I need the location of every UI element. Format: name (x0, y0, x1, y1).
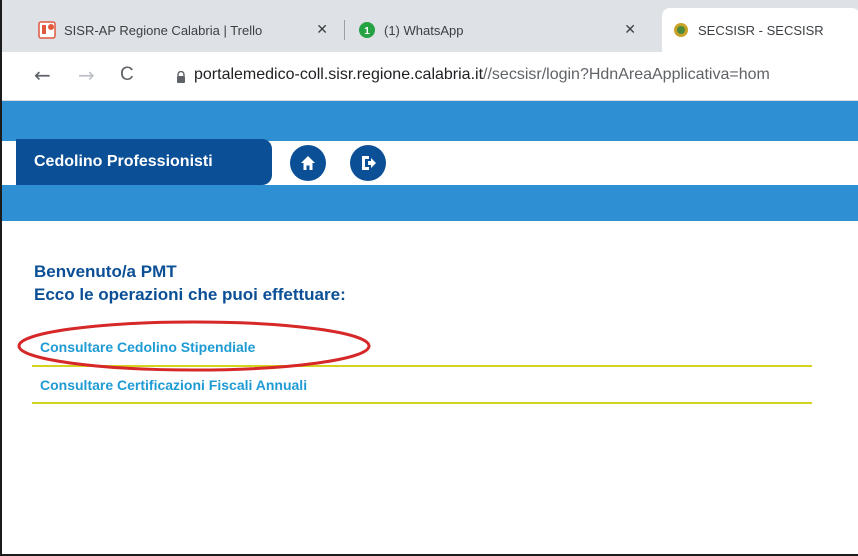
link-certificazioni-fiscali[interactable]: Consultare Certificazioni Fiscali Annual… (40, 377, 307, 393)
tab-strip: SISR-AP Regione Calabria | Trello ✕ 1 (1… (2, 0, 858, 52)
tab-separator (344, 20, 345, 40)
whatsapp-icon: 1 (359, 22, 375, 38)
operations-heading: Ecco le operazioni che puoi effettuare: (34, 285, 346, 304)
lock-icon (177, 71, 185, 83)
reload-button[interactable]: C (120, 64, 134, 86)
back-button[interactable]: ← (34, 64, 51, 86)
tab-title: SISR-AP Regione Calabria | Trello (64, 22, 263, 38)
forward-button[interactable]: → (78, 64, 95, 86)
tab-whatsapp[interactable]: 1 (1) WhatsApp ✕ (348, 8, 658, 52)
app-title: Cedolino Professionisti (16, 139, 272, 185)
site-subheader-band (2, 185, 858, 221)
close-icon[interactable]: ✕ (624, 22, 636, 38)
browser-toolbar: ← → C portalemedico-coll.sisr.regione.ca… (2, 52, 858, 101)
browser-window: SISR-AP Regione Calabria | Trello ✕ 1 (1… (0, 0, 858, 556)
close-icon[interactable]: ✕ (316, 22, 328, 38)
tab-title: SECSISR - SECSISR (698, 22, 824, 38)
url-host: portalemedico-coll.sisr.regione.calabria… (194, 66, 484, 83)
address-bar[interactable]: portalemedico-coll.sisr.regione.calabria… (194, 66, 770, 84)
seal-icon (674, 23, 688, 37)
tab-trello[interactable]: SISR-AP Regione Calabria | Trello ✕ (28, 8, 338, 52)
tab-secsisr[interactable]: SECSISR - SECSISR (662, 8, 858, 52)
welcome-message: Benvenuto/a PMT (34, 262, 177, 281)
home-icon (301, 156, 315, 170)
divider-rule (32, 402, 812, 404)
site-header-band (2, 101, 858, 141)
svg-text:1: 1 (364, 26, 370, 37)
trello-icon (38, 21, 56, 39)
tab-title: (1) WhatsApp (384, 22, 464, 38)
home-button[interactable] (290, 145, 326, 181)
highlight-ellipse (17, 320, 371, 372)
logout-icon (362, 156, 376, 170)
logout-button[interactable] (350, 145, 386, 181)
url-path: //secsisr/login?HdnAreaApplicativa=hom (483, 66, 770, 83)
